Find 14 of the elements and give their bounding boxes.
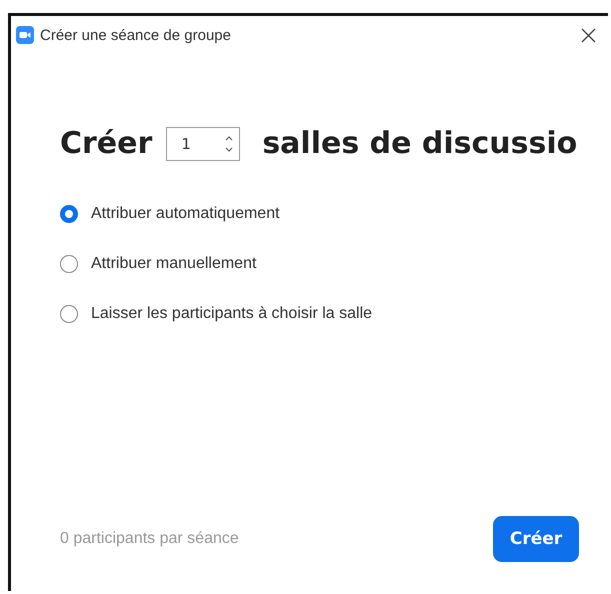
option-label[interactable]: Attribuer automatiquement <box>91 205 280 223</box>
window-title: Créer une séance de groupe <box>40 26 231 44</box>
option-label[interactable]: Attribuer manuellement <box>91 255 256 273</box>
room-count-spinner[interactable]: 1 <box>166 126 240 160</box>
create-button[interactable]: Créer <box>493 516 579 562</box>
heading-text: salles de discussio <box>262 126 578 161</box>
participants-note: 0 participants par séance <box>60 530 239 548</box>
camera-icon <box>16 26 34 44</box>
heading-text: Créer <box>60 126 152 161</box>
close-icon[interactable] <box>581 28 596 42</box>
option-label[interactable]: Laisser les participants à choisir la salle <box>91 305 372 323</box>
radio-button[interactable] <box>60 205 78 223</box>
radio-button[interactable] <box>60 255 78 273</box>
radio-button[interactable] <box>60 305 78 323</box>
